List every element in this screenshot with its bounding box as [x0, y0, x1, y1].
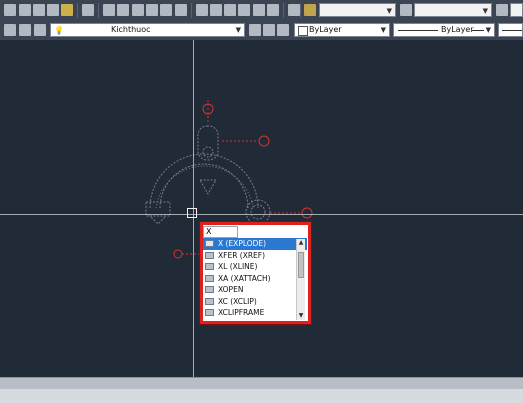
xopen-icon	[205, 286, 214, 293]
zoom-window-icon[interactable]	[160, 4, 172, 16]
suggestion-label: XC (XCLIP)	[218, 296, 257, 306]
quickcalc-icon[interactable]	[267, 4, 279, 16]
suggestion-label: XOPEN	[218, 285, 244, 294]
layer-iso-icon[interactable]	[277, 24, 289, 36]
xclip-icon	[205, 297, 214, 305]
help-icon[interactable]	[288, 4, 300, 16]
dim-style-combo[interactable]: ▼	[414, 3, 492, 17]
scroll-down-icon[interactable]: ▼	[297, 312, 305, 320]
layer-states-icon[interactable]	[263, 24, 275, 36]
command-input[interactable]: X	[203, 226, 238, 238]
pickbox-cursor	[187, 208, 197, 218]
publish-icon[interactable]	[61, 4, 73, 16]
suggestion-item-xclipframe[interactable]: XCLIPFRAME	[203, 307, 307, 319]
suggestion-item-xa[interactable]: XA (XATTACH)	[203, 273, 307, 285]
properties-icon[interactable]	[196, 4, 208, 16]
gear-icon[interactable]	[4, 24, 16, 36]
suggestion-label: XL (XLINE)	[218, 262, 258, 271]
make-current-icon[interactable]	[249, 24, 261, 36]
top-capsule-hole	[202, 146, 214, 158]
undo-icon[interactable]	[103, 4, 115, 16]
suggestion-list: X (EXPLODE) XFER (XREF) XL (XLINE) XA (X…	[203, 238, 307, 320]
suggestion-item-xopen[interactable]: XOPEN	[203, 284, 307, 296]
suggestion-item-explode[interactable]: X (EXPLODE)	[203, 238, 307, 250]
redo-icon[interactable]	[117, 4, 129, 16]
lineweight-combo[interactable]	[498, 23, 523, 37]
sheet-set-icon[interactable]	[238, 4, 250, 16]
marker-left	[173, 249, 183, 259]
arch-outer	[149, 153, 259, 209]
pan-icon[interactable]	[132, 4, 144, 16]
crosshair-horizontal	[0, 214, 523, 215]
scroll-thumb[interactable]	[298, 252, 304, 278]
layer-name: Kichthuoc	[111, 25, 151, 34]
center-notch	[199, 179, 217, 196]
table-style-combo[interactable]	[510, 3, 523, 17]
table-style-icon[interactable]	[496, 4, 508, 16]
drawing-geometry	[145, 100, 313, 259]
save-icon[interactable]	[33, 4, 45, 16]
xclipframe-icon	[205, 309, 214, 316]
xline-icon	[205, 263, 214, 270]
marker-right	[301, 207, 313, 219]
markup-icon[interactable]	[253, 4, 265, 16]
suggestion-label: X (EXPLODE)	[218, 239, 267, 248]
xref-icon	[205, 251, 214, 259]
status-bar	[0, 389, 523, 403]
lightbulb-icon: 💡	[54, 26, 64, 35]
scroll-up-icon[interactable]: ▲	[297, 239, 305, 247]
plot-icon[interactable]	[47, 4, 59, 16]
color-value: ByLayer	[309, 25, 342, 34]
color-combo[interactable]: ByLayer ▼	[294, 23, 390, 37]
layer-previous-icon[interactable]	[34, 24, 46, 36]
left-foot-tip	[148, 215, 168, 225]
zoom-previous-icon[interactable]	[175, 4, 187, 16]
marker-upper-right	[258, 135, 270, 147]
tool-palettes-icon[interactable]	[224, 4, 236, 16]
explode-icon	[205, 240, 214, 247]
linetype-combo[interactable]: ByLayer ▼	[393, 23, 495, 37]
suggestion-label: XCLIPFRAME	[218, 308, 265, 317]
text-style-combo[interactable]: ▼	[319, 3, 396, 17]
suggestion-item-xl[interactable]: XL (XLINE)	[203, 261, 307, 273]
open-file-icon[interactable]	[19, 4, 31, 16]
layers-toolbar: 💡 Kichthuoc ▼ ByLayer ▼ ByLayer ▼	[0, 21, 523, 41]
suggestion-item-xc[interactable]: XC (XCLIP)	[203, 296, 307, 308]
suggestion-label: XFER (XREF)	[218, 250, 266, 260]
design-center-icon[interactable]	[210, 4, 222, 16]
linetype-value: ByLayer	[441, 25, 474, 34]
cut-icon[interactable]	[82, 4, 94, 16]
suggestion-label: XA (XATTACH)	[218, 273, 271, 283]
layer-manager-icon[interactable]	[19, 24, 31, 36]
standard-toolbar: ▼ ▼	[0, 0, 523, 22]
layer-combo[interactable]: 💡 Kichthuoc ▼	[50, 23, 245, 37]
xattach-icon	[205, 274, 214, 282]
zoom-realtime-icon[interactable]	[146, 4, 158, 16]
dim-style-icon[interactable]	[400, 4, 412, 16]
suggestion-item-xfer[interactable]: XFER (XREF)	[203, 250, 307, 262]
text-style-icon[interactable]	[304, 4, 316, 16]
new-file-icon[interactable]	[4, 4, 16, 16]
suggestion-scrollbar[interactable]: ▲ ▼	[296, 239, 305, 320]
arch-inner	[159, 163, 249, 209]
